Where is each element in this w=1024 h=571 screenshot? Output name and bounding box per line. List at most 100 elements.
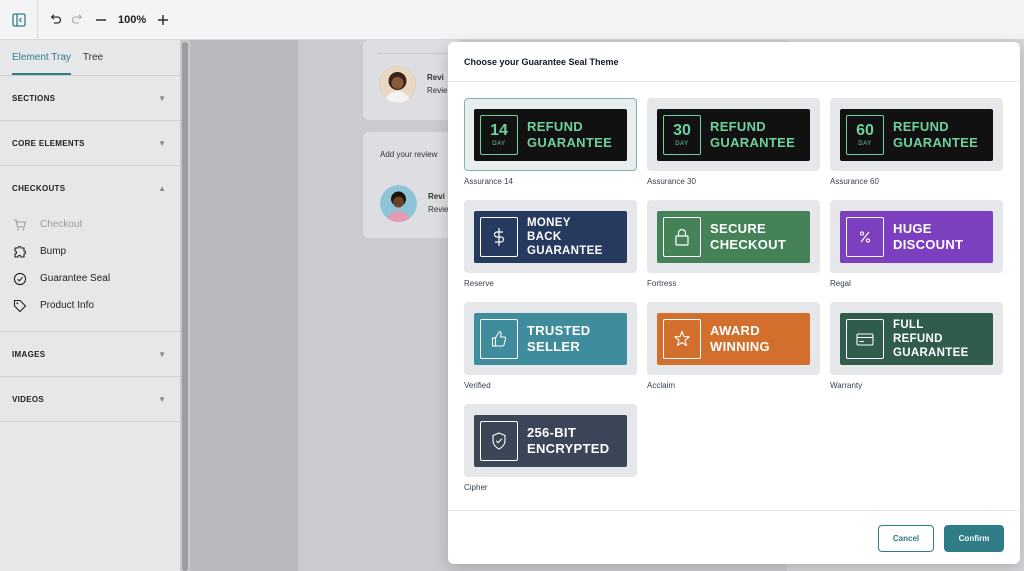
- dialog-footer: Cancel Confirm: [448, 510, 1020, 564]
- seal-line: DISCOUNT: [893, 236, 964, 252]
- seal-day-number: 60: [856, 121, 874, 139]
- section-images[interactable]: IMAGES ▼: [0, 332, 180, 377]
- seal-line: WINNING: [710, 338, 770, 354]
- seal-headline: REFUND GUARANTEE: [893, 119, 978, 151]
- zoom-in-button[interactable]: [152, 9, 174, 31]
- sidebar-scrollbar[interactable]: [182, 42, 188, 571]
- seal-name: Reserve: [464, 279, 494, 288]
- seal-preview[interactable]: 30 DAY REFUND GUARANTEE: [647, 98, 820, 171]
- undo-icon: [50, 14, 61, 24]
- seal-day-number: 30: [673, 121, 691, 139]
- seal-badge: 14 DAY REFUND GUARANTEE: [474, 108, 627, 161]
- seal-badge: FULL REFUND GUARANTEE: [840, 312, 993, 365]
- seal-option-acclaim[interactable]: AWARD WINNING Acclaim: [647, 302, 820, 390]
- redo-button[interactable]: [66, 9, 88, 31]
- seal-preview[interactable]: 14 DAY REFUND GUARANTEE: [464, 98, 637, 171]
- seal-headline: HUGE DISCOUNT: [893, 221, 963, 253]
- seal-line: HUGE: [893, 220, 932, 236]
- seal-name: Verified: [464, 381, 491, 390]
- seal-option-cipher[interactable]: 256-BIT ENCRYPTED Cipher: [464, 404, 637, 492]
- seal-option-warranty[interactable]: FULL REFUND GUARANTEE Warranty: [830, 302, 1003, 390]
- seal-option-verified[interactable]: TRUSTED SELLER Verified: [464, 302, 637, 390]
- seal-name: Fortress: [647, 279, 677, 288]
- panel-toggle-button[interactable]: [0, 0, 38, 40]
- sidebar-item-product-info[interactable]: Product Info: [0, 292, 180, 319]
- review-text: Revie: [427, 86, 448, 95]
- seal-line: GUARANTEE: [893, 346, 969, 359]
- section-videos[interactable]: VIDEOS ▼: [0, 377, 180, 422]
- seal-option-reserve[interactable]: MONEY BACK GUARANTEE Reserve: [464, 200, 637, 288]
- dialog-header: Choose your Guarantee Seal Theme: [448, 42, 1020, 82]
- section-checkouts[interactable]: CHECKOUTS ▲: [0, 166, 180, 211]
- seal-preview[interactable]: AWARD WINNING: [647, 302, 820, 375]
- sidebar-item-bump[interactable]: Bump: [0, 238, 180, 265]
- zoom-out-button[interactable]: [90, 9, 112, 31]
- seal-preview[interactable]: 256-BIT ENCRYPTED: [464, 404, 637, 477]
- seal-line: SELLER: [527, 338, 581, 354]
- badge-check-icon: [13, 272, 27, 285]
- seal-name: Assurance 14: [464, 177, 513, 186]
- seal-line: GUARANTEE: [710, 134, 796, 150]
- seal-line: ENCRYPTED: [527, 440, 610, 456]
- seal-day-label: DAY: [492, 140, 506, 147]
- seal-name: Assurance 30: [647, 177, 696, 186]
- undo-button[interactable]: [44, 9, 66, 31]
- seal-headline: 256-BIT ENCRYPTED: [527, 425, 609, 457]
- seal-option-assurance-60[interactable]: 60 DAY REFUND GUARANTEE Assurance 60: [830, 98, 1003, 186]
- add-review-text: Add your review: [380, 150, 438, 159]
- seal-option-fortress[interactable]: SECURE CHECKOUT Fortress: [647, 200, 820, 288]
- seal-preview[interactable]: TRUSTED SELLER: [464, 302, 637, 375]
- seal-badge: AWARD WINNING: [657, 312, 810, 365]
- sidebar-item-label: Guarantee Seal: [40, 273, 111, 284]
- cart-icon: [14, 218, 27, 230]
- seal-option-assurance-30[interactable]: 30 DAY REFUND GUARANTEE Assurance 30: [647, 98, 820, 186]
- day-counter-icon: 60 DAY: [846, 114, 884, 155]
- section-title: CHECKOUTS: [12, 184, 66, 193]
- section-core-elements[interactable]: CORE ELEMENTS ▼: [0, 121, 180, 166]
- tab-tree[interactable]: Tree: [83, 52, 103, 75]
- lock-icon: [663, 216, 701, 257]
- seal-preview[interactable]: MONEY BACK GUARANTEE: [464, 200, 637, 273]
- avatar: [380, 185, 417, 222]
- chevron-down-icon: ▼: [158, 394, 166, 404]
- seal-preview[interactable]: HUGE DISCOUNT: [830, 200, 1003, 273]
- seal-headline: MONEY BACK GUARANTEE: [527, 216, 603, 258]
- cancel-button[interactable]: Cancel: [878, 525, 934, 552]
- sidebar-item-guarantee-seal[interactable]: Guarantee Seal: [0, 265, 180, 292]
- zoom-in-icon: [158, 14, 169, 25]
- seal-day-label: DAY: [858, 140, 872, 147]
- confirm-button[interactable]: Confirm: [944, 525, 1004, 552]
- seal-option-regal[interactable]: HUGE DISCOUNT Regal: [830, 200, 1003, 288]
- seal-preview[interactable]: 60 DAY REFUND GUARANTEE: [830, 98, 1003, 171]
- seal-preview[interactable]: SECURE CHECKOUT: [647, 200, 820, 273]
- review-name: Revi: [428, 192, 445, 201]
- star-icon: [663, 318, 701, 359]
- chevron-down-icon: ▼: [158, 349, 166, 359]
- thumbs-up-icon: [480, 318, 518, 359]
- seal-name: Regal: [830, 279, 851, 288]
- seal-line: GUARANTEE: [893, 134, 979, 150]
- sidebar-item-checkout[interactable]: Checkout: [0, 211, 180, 238]
- tab-element-tray[interactable]: Element Tray: [12, 52, 71, 75]
- seal-badge: 60 DAY REFUND GUARANTEE: [840, 108, 993, 161]
- review-text: Revie: [428, 205, 449, 214]
- sidebar-item-label: Product Info: [40, 300, 94, 311]
- seal-preview[interactable]: FULL REFUND GUARANTEE: [830, 302, 1003, 375]
- seal-line: GUARANTEE: [527, 244, 603, 257]
- seal-badge: TRUSTED SELLER: [474, 312, 627, 365]
- seal-badge: HUGE DISCOUNT: [840, 210, 993, 263]
- redo-icon: [71, 14, 82, 24]
- seal-name: Cipher: [464, 483, 488, 492]
- seal-name: Assurance 60: [830, 177, 879, 186]
- seal-line: REFUND: [893, 332, 943, 345]
- top-toolbar: 100%: [0, 0, 1024, 40]
- seal-badge: 256-BIT ENCRYPTED: [474, 414, 627, 467]
- zoom-out-icon: [96, 18, 106, 21]
- seal-line: SECURE: [710, 220, 766, 236]
- chevron-down-icon: ▼: [158, 138, 166, 148]
- section-sections[interactable]: SECTIONS ▼: [0, 76, 180, 121]
- day-counter-icon: 30 DAY: [663, 114, 701, 155]
- seal-line: AWARD: [710, 322, 760, 338]
- seal-option-assurance-14[interactable]: 14 DAY REFUND GUARANTEE Assurance 14: [464, 98, 637, 186]
- tag-icon: [13, 299, 27, 312]
